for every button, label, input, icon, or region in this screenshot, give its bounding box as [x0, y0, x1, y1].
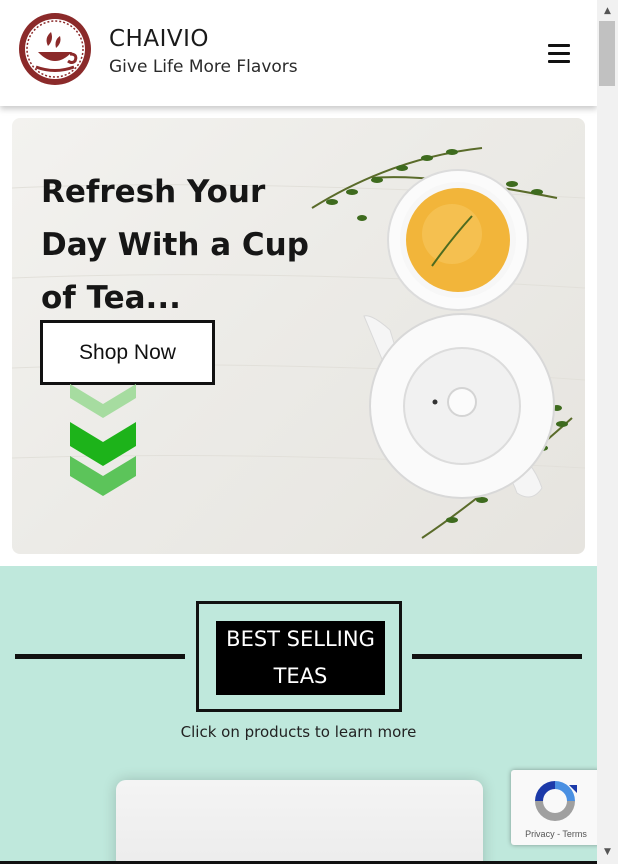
- site-header: CHAIVIO Give Life More Flavors: [0, 0, 597, 106]
- hero-headline-line: Day With a Cup: [41, 227, 309, 263]
- menu-bar: [548, 43, 570, 47]
- badge-line: TEAS: [273, 664, 328, 688]
- double-chevron-down-icon[interactable]: [68, 384, 138, 499]
- shop-now-button[interactable]: Shop Now: [40, 320, 215, 385]
- badge-line: BEST SELLING: [226, 627, 375, 651]
- section-badge: BEST SELLING TEAS: [216, 621, 385, 695]
- hero-headline: Refresh Your Day With a Cup of Tea...: [41, 166, 341, 325]
- product-card[interactable]: [116, 780, 483, 864]
- hamburger-menu-icon[interactable]: [541, 38, 577, 68]
- hero-headline-line: of Tea...: [41, 280, 181, 316]
- privacy-link[interactable]: Privacy: [525, 829, 555, 839]
- divider-left: [15, 654, 185, 659]
- section-subtitle: Click on products to learn more: [180, 723, 417, 741]
- tea-cup-logo-icon[interactable]: [18, 12, 92, 86]
- hero-headline-line: Refresh Your: [41, 174, 266, 210]
- brand-tagline: Give Life More Flavors: [109, 57, 298, 77]
- vertical-scrollbar[interactable]: ▲ ▼: [597, 0, 618, 864]
- menu-bar: [548, 51, 570, 55]
- recaptcha-badge[interactable]: Privacy - Terms: [511, 770, 601, 845]
- section-badge-frame: BEST SELLING TEAS: [196, 601, 402, 712]
- scroll-down-arrow-icon[interactable]: ▼: [597, 843, 618, 860]
- scroll-thumb[interactable]: [599, 21, 615, 86]
- brand-title[interactable]: CHAIVIO: [109, 26, 209, 52]
- scroll-up-arrow-icon[interactable]: ▲: [597, 2, 618, 19]
- recaptcha-icon: [535, 781, 577, 821]
- best-selling-section: BEST SELLING TEAS Click on products to l…: [0, 566, 597, 864]
- menu-bar: [548, 59, 570, 63]
- terms-link[interactable]: Terms: [562, 829, 587, 839]
- recaptcha-links: Privacy - Terms: [511, 829, 601, 839]
- divider-right: [412, 654, 582, 659]
- hero-banner: Refresh Your Day With a Cup of Tea... Sh…: [12, 118, 585, 554]
